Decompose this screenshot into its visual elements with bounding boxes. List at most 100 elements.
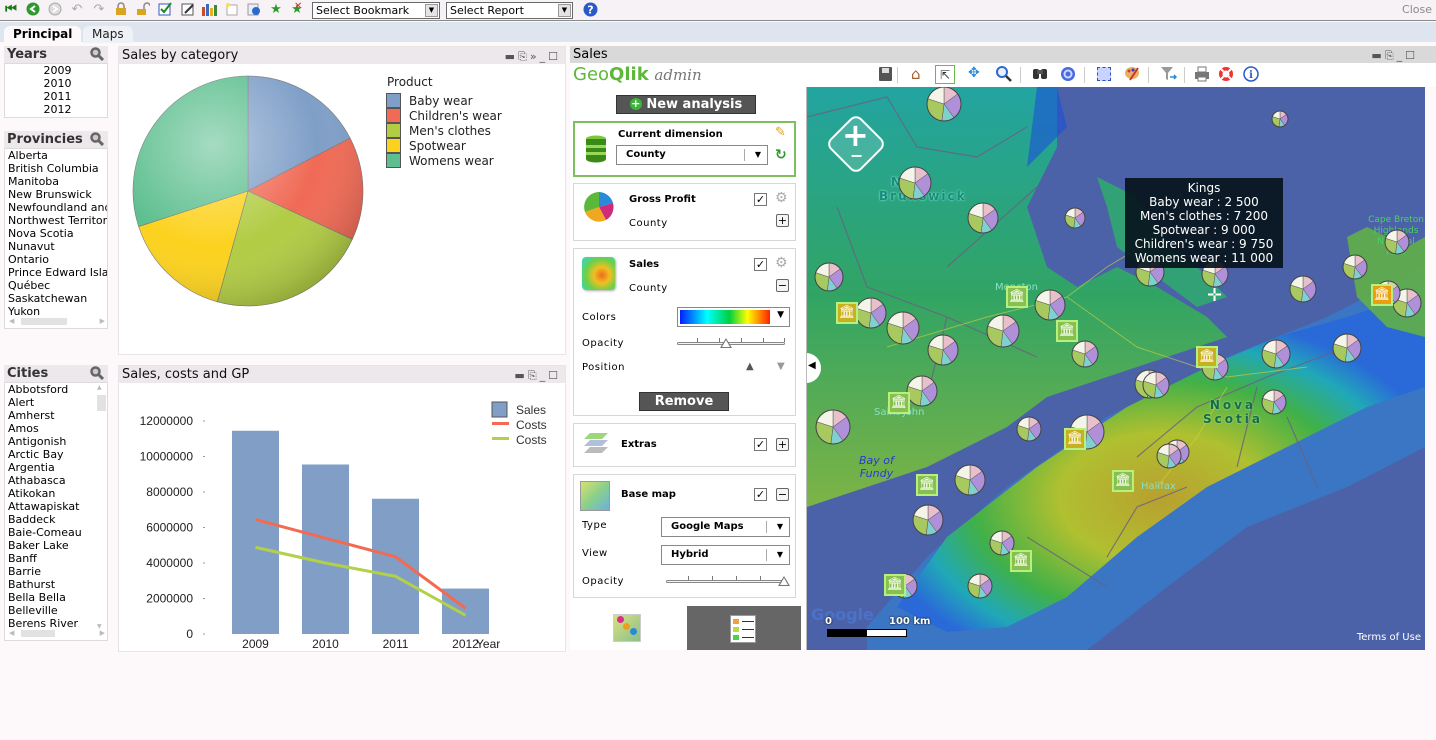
list-item[interactable]: Baddeck bbox=[5, 513, 107, 526]
map-pie-marker[interactable] bbox=[1332, 333, 1362, 363]
list-item[interactable]: British Columbia bbox=[5, 162, 107, 175]
museum-marker-icon[interactable]: 🏛 bbox=[1371, 284, 1393, 306]
map-pie-marker[interactable] bbox=[1271, 110, 1289, 128]
edit-icon[interactable] bbox=[180, 2, 196, 18]
bar-sales[interactable] bbox=[302, 464, 349, 634]
map-pie-marker[interactable] bbox=[1156, 443, 1182, 469]
map-pie-marker[interactable] bbox=[1016, 416, 1042, 442]
bar-sales[interactable] bbox=[372, 498, 419, 634]
museum-marker-icon[interactable]: 🏛 bbox=[1010, 550, 1032, 572]
forward-icon[interactable] bbox=[47, 2, 63, 18]
minimize-icon[interactable]: _ bbox=[540, 369, 549, 382]
legend-label[interactable]: Costs bbox=[516, 418, 547, 432]
target-icon[interactable] bbox=[1060, 66, 1076, 85]
map-pie-marker[interactable] bbox=[912, 504, 944, 536]
legend-label[interactable]: Baby wear bbox=[409, 94, 473, 108]
list-item[interactable]: Nova Scotia bbox=[5, 227, 107, 240]
museum-marker-icon[interactable]: 🏛 bbox=[1112, 470, 1134, 492]
help-icon[interactable]: ? bbox=[582, 2, 598, 18]
list-item[interactable]: Ontario bbox=[5, 253, 107, 266]
list-item[interactable]: Atikokan bbox=[5, 487, 107, 500]
unlock-icon[interactable] bbox=[135, 2, 151, 18]
select-icon[interactable]: ⇱ bbox=[935, 65, 955, 84]
undo-icon[interactable]: ↶ bbox=[69, 2, 85, 18]
list-item[interactable]: Bella Bella bbox=[5, 591, 107, 604]
map-pie-marker[interactable] bbox=[1071, 340, 1099, 368]
maximize-icon[interactable]: ☐ bbox=[1405, 49, 1418, 62]
map-pie-marker[interactable] bbox=[926, 87, 962, 122]
search-icon[interactable] bbox=[90, 366, 104, 380]
list-item[interactable]: Antigonish bbox=[5, 435, 107, 448]
list-item[interactable]: Argentia bbox=[5, 461, 107, 474]
map-type-dropdown[interactable]: Google Maps ▼ bbox=[661, 517, 790, 537]
map-pie-marker[interactable] bbox=[855, 297, 887, 329]
museum-marker-icon[interactable]: 🏛 bbox=[836, 302, 858, 324]
remove-layer-button[interactable]: Remove bbox=[639, 392, 729, 411]
list-item[interactable]: Alberta bbox=[5, 149, 107, 162]
legend-label[interactable]: Children's wear bbox=[409, 109, 502, 123]
list-item[interactable]: Baker Lake bbox=[5, 539, 107, 552]
star-icon[interactable]: ★ bbox=[268, 2, 284, 18]
list-item[interactable]: Banff bbox=[5, 552, 107, 565]
tab-maps[interactable]: Maps bbox=[83, 26, 133, 43]
museum-marker-icon[interactable]: 🏛 bbox=[1064, 428, 1086, 450]
list-item[interactable]: Bathurst bbox=[5, 578, 107, 591]
zoom-out-icon[interactable]: − bbox=[850, 148, 863, 164]
help-icon[interactable] bbox=[1218, 66, 1234, 85]
list-item[interactable]: Québec bbox=[5, 279, 107, 292]
map-pie-marker[interactable] bbox=[898, 166, 932, 200]
horizontal-scrollbar[interactable]: ◀ ▶ bbox=[9, 629, 105, 638]
info-icon[interactable]: i bbox=[1243, 66, 1259, 85]
map-pie-marker[interactable] bbox=[967, 202, 999, 234]
close-button[interactable]: Close bbox=[1402, 3, 1432, 16]
maximize-icon[interactable]: ☐ bbox=[548, 369, 561, 382]
line-series-1[interactable] bbox=[255, 518, 467, 610]
export-excel-icon[interactable]: ⎘ bbox=[528, 369, 540, 382]
layer-visible-checkbox[interactable]: ✓ bbox=[754, 193, 767, 206]
maximize-icon[interactable]: ☐ bbox=[548, 50, 561, 63]
zoom-icon[interactable] bbox=[996, 66, 1012, 85]
bar-sales[interactable] bbox=[232, 430, 279, 634]
minimize-icon[interactable]: _ bbox=[1397, 49, 1406, 62]
print-icon[interactable] bbox=[1194, 66, 1210, 85]
new-analysis-button[interactable]: + New analysis bbox=[616, 95, 756, 114]
list-item[interactable]: Amos bbox=[5, 422, 107, 435]
museum-marker-icon[interactable]: 🏛 bbox=[1006, 286, 1028, 308]
legend-label[interactable]: Sales bbox=[516, 403, 546, 417]
terms-of-use-link[interactable]: Terms of Use bbox=[1357, 632, 1421, 643]
move-down-icon[interactable]: ▼ bbox=[777, 361, 785, 372]
list-item[interactable]: Athabasca bbox=[5, 474, 107, 487]
report-select[interactable]: Select Report ▼ bbox=[446, 2, 573, 19]
horizontal-scrollbar[interactable]: ◀ ▶ bbox=[9, 317, 105, 326]
first-icon[interactable]: ⏮ bbox=[3, 2, 19, 18]
list-item[interactable]: New Brunswick bbox=[5, 188, 107, 201]
expand-button[interactable]: + bbox=[776, 438, 789, 451]
slider-thumb[interactable] bbox=[778, 576, 790, 586]
map-pie-marker[interactable] bbox=[1261, 339, 1291, 369]
map-layers-tab[interactable] bbox=[613, 614, 641, 642]
star-remove-icon[interactable]: ★ ✕ bbox=[289, 1, 305, 18]
vertical-scrollbar[interactable]: ▲ ▼ bbox=[97, 384, 106, 630]
list-item[interactable]: 2012 bbox=[5, 103, 107, 116]
slider-thumb[interactable] bbox=[719, 338, 732, 348]
map-pie-marker[interactable] bbox=[886, 311, 920, 345]
map-view[interactable]: + − ◀ NewBrunswick NovaScotia Bay ofFund… bbox=[807, 87, 1425, 650]
list-item[interactable]: Amherst bbox=[5, 409, 107, 422]
list-item[interactable]: Prince Edward Island bbox=[5, 266, 107, 279]
list-item[interactable]: Newfoundland and Labrador bbox=[5, 201, 107, 214]
gear-icon[interactable]: ⚙ bbox=[775, 190, 788, 206]
list-item[interactable]: Northwest Territories bbox=[5, 214, 107, 227]
list-item[interactable]: 2011 bbox=[5, 90, 107, 103]
bookmark-select[interactable]: Select Bookmark ▼ bbox=[312, 2, 440, 19]
museum-marker-icon[interactable]: 🏛 bbox=[888, 392, 910, 414]
tab-principal[interactable]: Principal bbox=[4, 26, 82, 43]
map-pie-marker[interactable] bbox=[1034, 289, 1066, 321]
new-sheet-icon[interactable] bbox=[224, 2, 240, 18]
binoculars-icon[interactable] bbox=[1032, 65, 1048, 85]
print-icon[interactable]: ▬ bbox=[1371, 49, 1384, 62]
map-pie-marker[interactable] bbox=[1064, 207, 1086, 229]
collapse-button[interactable]: − bbox=[776, 488, 789, 501]
sheet-info-icon[interactable] bbox=[246, 2, 262, 18]
move-up-icon[interactable]: ▲ bbox=[746, 361, 754, 372]
map-view-dropdown[interactable]: Hybrid ▼ bbox=[661, 545, 790, 565]
